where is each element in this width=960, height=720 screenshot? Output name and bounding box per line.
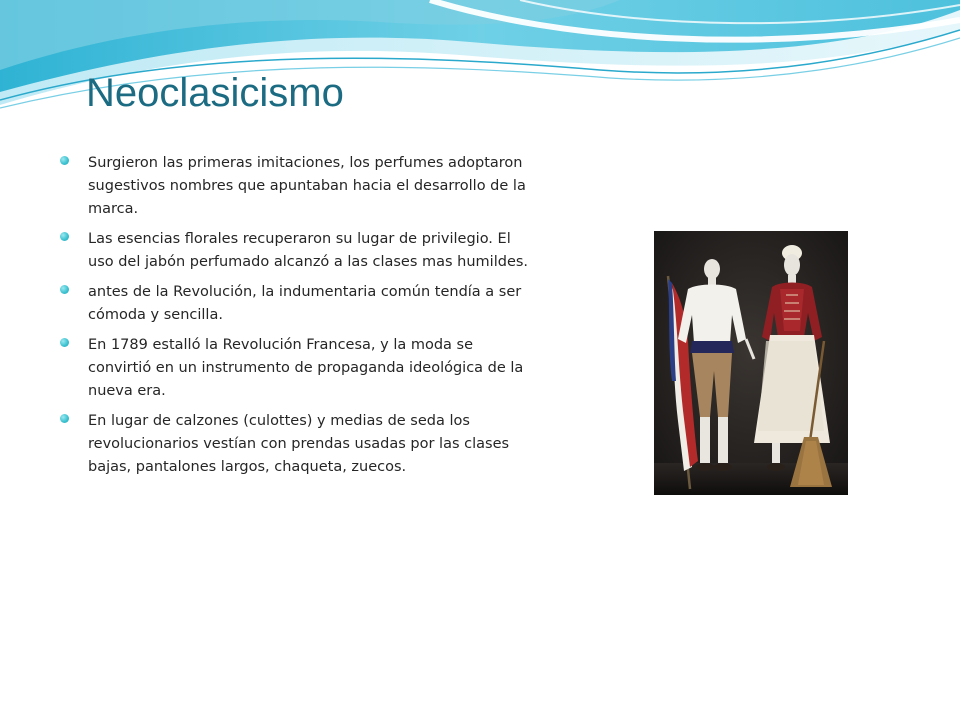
bullet-text: En 1789 estalló la Revolución Francesa, … bbox=[88, 337, 524, 399]
bullet-icon bbox=[60, 285, 69, 294]
bullet-text: Las esencias florales recuperaron su lug… bbox=[88, 231, 529, 270]
list-item: Las esencias florales recuperaron su lug… bbox=[60, 228, 530, 274]
list-item: antes de la Revolución, la indumentaria … bbox=[60, 281, 530, 327]
list-item: En lugar de calzones (culottes) y medias… bbox=[60, 410, 530, 479]
list-item: En 1789 estalló la Revolución Francesa, … bbox=[60, 334, 530, 403]
bullet-text: En lugar de calzones (culottes) y medias… bbox=[88, 413, 510, 475]
bullet-icon bbox=[60, 232, 69, 241]
costume-photo bbox=[654, 231, 848, 495]
bullet-list: Surgieron las primeras imitaciones, los … bbox=[60, 152, 530, 486]
bullet-text: Surgieron las primeras imitaciones, los … bbox=[88, 155, 526, 217]
list-item: Surgieron las primeras imitaciones, los … bbox=[60, 152, 530, 221]
slide: Neoclasicismo Surgieron las primeras imi… bbox=[0, 0, 960, 720]
bullet-icon bbox=[60, 156, 69, 165]
bullet-text: antes de la Revolución, la indumentaria … bbox=[88, 284, 522, 323]
bullet-icon bbox=[60, 414, 69, 423]
slide-title: Neoclasicismo bbox=[86, 71, 344, 115]
bullet-icon bbox=[60, 338, 69, 347]
